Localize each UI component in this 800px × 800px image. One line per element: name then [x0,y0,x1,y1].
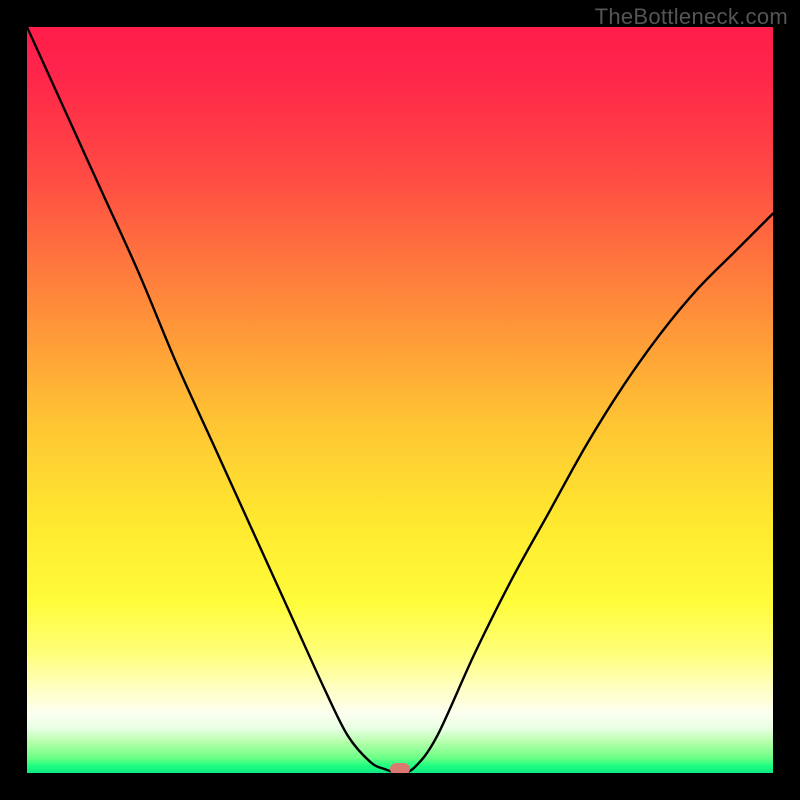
bottleneck-curve [27,27,773,773]
plot-area [27,27,773,773]
watermark-text: TheBottleneck.com [595,4,788,30]
optimal-point-marker [390,763,410,773]
chart-frame: TheBottleneck.com [0,0,800,800]
curve-path [27,27,773,773]
